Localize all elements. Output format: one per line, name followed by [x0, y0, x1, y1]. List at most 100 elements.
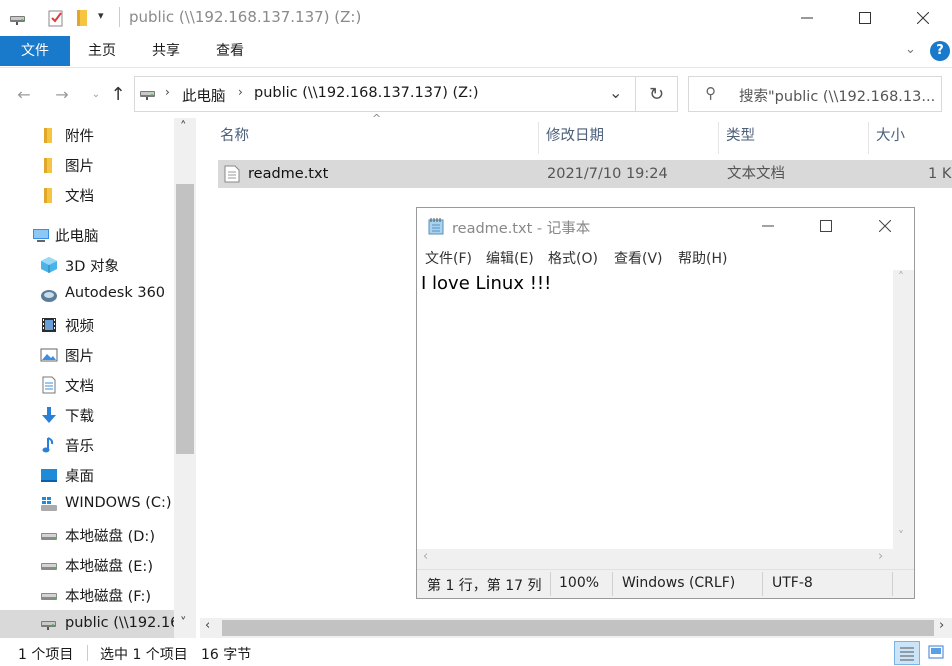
line-ending: Windows (CRLF) — [622, 575, 736, 591]
customize-quick-access-icon[interactable]: ▾ — [98, 9, 104, 22]
tab-file[interactable]: 文件 — [0, 36, 70, 66]
details-view-button[interactable] — [894, 641, 920, 665]
menu-format[interactable]: 格式(O) — [548, 248, 598, 268]
tab-view[interactable]: 查看 — [200, 36, 260, 66]
notepad-maximize-button[interactable] — [797, 208, 855, 244]
sidebar-item[interactable]: 图片 — [0, 150, 174, 180]
column-header-name[interactable]: 名称 — [220, 118, 249, 154]
documents-icon — [42, 376, 56, 394]
search-input[interactable]: ⚲ 搜索"public (\\192.168.13... — [688, 76, 942, 112]
properties-icon[interactable] — [47, 9, 65, 27]
sidebar-item-label: 文档 — [65, 189, 94, 205]
table-row[interactable]: readme.txt 2021/7/10 19:24 文本文档 1 K — [218, 160, 952, 188]
sidebar-item-label: 下载 — [65, 409, 94, 425]
sidebar-item-label: 文档 — [65, 379, 94, 395]
sidebar-item-label: public (\\192.16 — [65, 615, 180, 631]
menu-file[interactable]: 文件(F) — [425, 248, 472, 268]
column-header-modified[interactable]: 修改日期 — [546, 118, 604, 154]
notepad-horizontal-scrollbar[interactable]: ‹ › — [417, 549, 893, 569]
details-view-icon — [900, 647, 914, 661]
column-header-size[interactable]: 大小 — [876, 118, 905, 154]
sidebar-item[interactable]: 桌面 — [0, 460, 174, 490]
column-divider[interactable] — [868, 122, 869, 154]
sidebar-item-label: 附件 — [65, 129, 94, 145]
scroll-down-icon[interactable]: ˅ — [898, 529, 904, 543]
title-divider — [119, 7, 120, 27]
desktop-icon — [41, 469, 57, 482]
large-icons-view-button[interactable] — [924, 641, 948, 665]
up-button[interactable]: ↑ — [106, 82, 130, 106]
back-button[interactable]: ← — [12, 82, 36, 106]
menu-view[interactable]: 查看(V) — [614, 248, 663, 268]
file-explorer-window: ▾ public (\\192.168.137.137) (Z:) 文件 主页 … — [0, 0, 952, 666]
sidebar-item[interactable]: 本地磁盘 (F:) — [0, 580, 174, 610]
sidebar-item-label: 此电脑 — [55, 229, 99, 245]
sidebar-item[interactable]: public (\\192.16 — [0, 610, 179, 638]
breadcrumb-current[interactable]: public (\\192.168.137.137) (Z:) — [254, 85, 479, 101]
forward-button[interactable]: → — [50, 82, 74, 106]
status-divider — [762, 572, 763, 596]
column-divider[interactable] — [538, 122, 539, 154]
notepad-minimize-button[interactable] — [739, 208, 797, 244]
scroll-left-icon[interactable]: ‹ — [205, 618, 210, 633]
sidebar-item[interactable]: 音乐 — [0, 430, 174, 460]
horizontal-scroll-thumb[interactable] — [222, 620, 934, 636]
sidebar-item[interactable]: 附件 — [0, 120, 174, 150]
tab-home[interactable]: 主页 — [72, 36, 132, 66]
file-modified: 2021/7/10 19:24 — [547, 166, 668, 182]
sidebar-scroll-thumb[interactable] — [176, 184, 194, 454]
scroll-down-icon[interactable]: ˅ — [180, 616, 187, 631]
scroll-up-icon[interactable]: ˄ — [898, 270, 904, 284]
recent-locations-button[interactable]: ⌄ — [84, 82, 108, 106]
menu-edit[interactable]: 编辑(E) — [486, 248, 534, 268]
sidebar-item-label: 图片 — [65, 159, 94, 175]
scroll-right-icon[interactable]: › — [939, 618, 944, 633]
tab-share[interactable]: 共享 — [136, 36, 196, 66]
scroll-right-icon[interactable]: › — [878, 549, 883, 564]
notepad-close-button[interactable] — [855, 208, 914, 244]
address-dropdown-icon[interactable]: ⌄ — [609, 83, 622, 102]
expand-ribbon-icon[interactable]: ⌄ — [905, 42, 916, 57]
horizontal-scrollbar[interactable]: ‹ › — [200, 618, 952, 638]
minimize-icon — [762, 225, 774, 227]
refresh-button[interactable]: ↻ — [636, 76, 678, 112]
status-divider — [612, 572, 613, 596]
menu-help[interactable]: 帮助(H) — [678, 248, 727, 268]
windows-drive-icon — [41, 497, 57, 511]
encoding: UTF-8 — [772, 575, 813, 591]
sidebar-item[interactable]: WINDOWS (C:) — [0, 490, 174, 520]
sidebar-item[interactable]: 图片 — [0, 340, 174, 370]
sidebar-item-label: WINDOWS (C:) — [65, 495, 172, 511]
status-divider — [550, 572, 551, 596]
status-item-count: 1 个项目 — [18, 647, 74, 663]
breadcrumb-this-pc[interactable]: 此电脑 — [182, 85, 226, 106]
sidebar-item[interactable]: 3D 对象 — [0, 250, 174, 280]
new-folder-icon[interactable] — [74, 9, 92, 27]
sidebar-item[interactable]: 文档 — [0, 180, 174, 210]
sidebar-item[interactable]: 本地磁盘 (E:) — [0, 550, 174, 580]
address-bar[interactable]: › 此电脑 › public (\\192.168.137.137) (Z:) … — [134, 76, 636, 112]
scroll-left-icon[interactable]: ‹ — [423, 549, 428, 564]
notepad-text-area[interactable]: I love Linux !!! — [417, 270, 893, 549]
column-divider[interactable] — [718, 122, 719, 154]
forward-arrow-icon: → — [55, 84, 69, 104]
minimize-button[interactable] — [778, 0, 836, 36]
file-name[interactable]: readme.txt — [248, 160, 328, 188]
window-title: public (\\192.168.137.137) (Z:) — [129, 8, 362, 26]
sidebar-item[interactable]: 此电脑 — [0, 220, 174, 250]
close-button[interactable] — [894, 0, 952, 36]
help-icon[interactable]: ? — [930, 41, 950, 61]
sidebar-item[interactable]: 文档 — [0, 370, 174, 400]
column-header-type[interactable]: 类型 — [726, 118, 755, 154]
notepad-vertical-scrollbar[interactable]: ˄ ˅ — [893, 270, 914, 549]
sidebar-item[interactable]: Autodesk 360 — [0, 280, 174, 310]
sidebar-item-label: 音乐 — [65, 439, 94, 455]
scroll-up-icon[interactable]: ˄ — [180, 120, 187, 135]
zoom-level: 100% — [559, 575, 600, 591]
sidebar-item[interactable]: 本地磁盘 (D:) — [0, 520, 174, 550]
drive-icon — [41, 593, 57, 600]
sidebar-item[interactable]: 下载 — [0, 400, 174, 430]
maximize-button[interactable] — [836, 0, 894, 36]
search-icon: ⚲ — [705, 84, 716, 102]
sidebar-item[interactable]: 视频 — [0, 310, 174, 340]
